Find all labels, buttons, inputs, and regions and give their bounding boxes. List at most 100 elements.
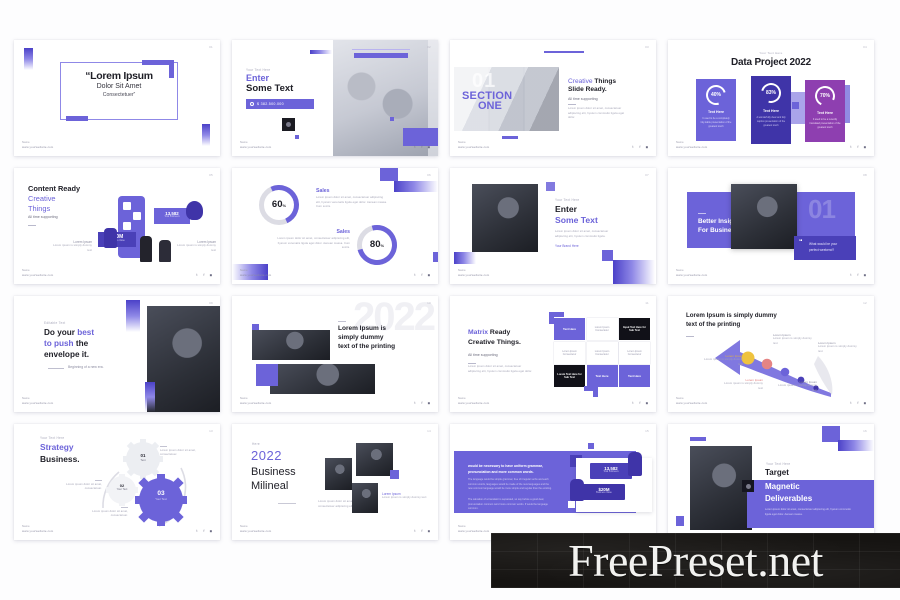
matrix-cell[interactable]: Lorem Ipsum Consectetur (619, 341, 650, 364)
facebook-icon[interactable]: f (420, 401, 424, 405)
instagram-icon[interactable]: ◼ (209, 273, 213, 277)
matrix-cell[interactable]: Lorem Ipsum Consectetur (586, 318, 618, 340)
matrix-cell[interactable]: Lorem Text Here for Sub Text (554, 365, 585, 387)
price-button[interactable]: $ 382.500.000 (246, 99, 314, 109)
facebook-icon[interactable]: f (856, 145, 860, 149)
facebook-icon[interactable]: f (420, 529, 424, 533)
decor-square-center (792, 102, 799, 109)
facebook-icon[interactable]: f (202, 529, 206, 533)
footer-url: www.yourwebsite.com (458, 400, 490, 405)
facebook-icon[interactable]: f (202, 273, 206, 277)
matrix-cell[interactable]: Text Here (554, 318, 585, 340)
instagram-icon[interactable]: ◼ (427, 145, 431, 149)
slide-thumbnail-enter-some-text[interactable]: Your Text Here Enter Some Text $ 382.500… (232, 40, 438, 156)
stat-count-label: Total Followers (603, 470, 619, 473)
social-icons[interactable]: t f ◼ (195, 273, 213, 277)
social-icons[interactable]: t f ◼ (195, 529, 213, 533)
slide-thumbnail-uniform-grammar[interactable]: would be necessary to have uniform gramm… (450, 424, 656, 540)
twitter-icon[interactable]: t (849, 401, 853, 405)
facebook-icon[interactable]: f (856, 401, 860, 405)
social-icons[interactable]: t f ◼ (849, 273, 867, 277)
facebook-icon[interactable]: f (638, 401, 642, 405)
slide-thumbnail-title[interactable]: “Lorem Ipsum Dolor Sit Amet Consectetuer… (14, 40, 220, 156)
slide-footer: Name www.yourwebsite.com (22, 141, 53, 149)
twitter-icon[interactable]: t (413, 145, 417, 149)
slide-thumbnail-better-insight[interactable]: 01 Better Insight For Business “ What wo… (668, 168, 874, 284)
matrix-cell[interactable]: Input Text Here for Sub Text (619, 318, 650, 340)
twitter-icon[interactable]: t (195, 273, 199, 277)
slide-thumbnail-matrix-ready[interactable]: Matrix Ready Creative Things. All time s… (450, 296, 656, 412)
instagram-icon[interactable]: ◼ (427, 273, 431, 277)
matrix-cell[interactable]: Lorem Ipsum Consectetur (554, 341, 585, 364)
page-number: 11 (645, 301, 649, 305)
footer-url: www.yourwebsite.com (676, 400, 708, 405)
slide-thumbnail-lorem-printing[interactable]: 2022 Lorem Ipsum is simply dummy text of… (232, 296, 438, 412)
instagram-icon[interactable]: ◼ (863, 145, 867, 149)
social-icons[interactable]: t f ◼ (631, 145, 649, 149)
stat-heading: Text Here (707, 110, 725, 114)
slide-title-line2: Creative Things. (468, 339, 521, 346)
instagram-icon[interactable]: ◼ (209, 529, 213, 533)
twitter-icon[interactable]: t (631, 145, 635, 149)
decor-gradient-top (838, 440, 874, 451)
watermark-banner: FreePreset.net (491, 533, 900, 588)
facebook-icon[interactable]: f (420, 273, 424, 277)
social-icons[interactable]: t f ◼ (413, 401, 431, 405)
donut-80-value: 80 (369, 239, 381, 250)
instagram-icon[interactable]: ◼ (863, 401, 867, 405)
slide-thumbnail-2022-business-milineal[interactable]: Here 2022 Business Milineal Lorem ipsum … (232, 424, 438, 540)
photo-portrait-3 (352, 483, 378, 513)
slide-thumbnail-arrow-diagram[interactable]: Lorem Ipsum is simply dummy text of the … (668, 296, 874, 412)
social-icons[interactable]: t f ◼ (631, 401, 649, 405)
stat-card[interactable]: 40% Text Here It used to be a completely… (696, 79, 736, 141)
divider (160, 446, 167, 447)
instagram-icon[interactable]: ◼ (427, 401, 431, 405)
social-icons[interactable]: t f ◼ (413, 145, 431, 149)
social-icons[interactable]: t f ◼ (849, 401, 867, 405)
twitter-icon[interactable]: t (195, 529, 199, 533)
facebook-icon[interactable]: f (856, 273, 860, 277)
matrix-cell[interactable]: Lorem Ipsum Consectetur (586, 341, 618, 364)
slide-thumbnail-sales-donuts[interactable]: 60% Sales Lorem ipsum dolor sit amet, co… (232, 168, 438, 284)
decor-square (390, 470, 399, 479)
decor-gradient-bar-2 (202, 124, 210, 146)
decor-square-top (546, 182, 555, 191)
brand-link[interactable]: Your Brand Here (555, 244, 579, 248)
instagram-icon[interactable]: ◼ (427, 529, 431, 533)
instagram-icon[interactable]: ◼ (645, 145, 649, 149)
social-icons[interactable]: t f ◼ (413, 273, 431, 277)
slide-title-line3: Things (28, 204, 51, 213)
facebook-icon[interactable]: f (420, 145, 424, 149)
social-icons[interactable]: t f ◼ (849, 145, 867, 149)
decor-square-overlay (256, 364, 278, 386)
slide-thumbnail-content-ready[interactable]: Content Ready Creative Things All time s… (14, 168, 220, 284)
slide-thumbnail-strategy-business[interactable]: Your Text Here Strategy Business. 01 Tex… (14, 424, 220, 540)
twitter-icon[interactable]: t (849, 145, 853, 149)
heading-line2: pronunciation and more common words. (468, 469, 534, 474)
slide-thumbnail-target-magnetic[interactable]: Your Text Here Target Magnetic Deliverab… (668, 424, 874, 540)
slide-footer: Name www.yourwebsite.com (676, 397, 707, 405)
slide-thumbnail-enter-some-text-photo[interactable]: Your Text Here Enter Some Text Lorem ips… (450, 168, 656, 284)
stat-card[interactable]: 70% Text Here It used to be a recently t… (805, 80, 845, 142)
matrix-cell[interactable]: Text Here (619, 365, 650, 387)
slide-thumbnail-section-one[interactable]: 01 SECTION ONE Creative Things Slide Rea… (450, 40, 656, 156)
twitter-icon[interactable]: t (413, 273, 417, 277)
decor-square-white (568, 501, 575, 508)
slide-subtitle: All time supporting (28, 215, 58, 219)
social-icons[interactable]: t f ◼ (413, 529, 431, 533)
footer-url: www.yourwebsite.com (676, 144, 708, 149)
instagram-icon[interactable]: ◼ (645, 401, 649, 405)
slide-caption: Beginning of a new era. (68, 365, 104, 369)
slide-thumbnail-do-your-best[interactable]: Editable Text Do your best to push the e… (14, 296, 220, 412)
instagram-icon[interactable]: ◼ (863, 273, 867, 277)
matrix-cell[interactable]: Text Here (586, 365, 618, 387)
facebook-icon[interactable]: f (638, 145, 642, 149)
play-badge-icon[interactable] (282, 118, 295, 131)
play-badge-icon[interactable] (742, 480, 754, 492)
twitter-icon[interactable]: t (631, 401, 635, 405)
twitter-icon[interactable]: t (413, 529, 417, 533)
stat-card[interactable]: 83% Text Here A wonderfully clear and ti… (751, 76, 791, 144)
twitter-icon[interactable]: t (849, 273, 853, 277)
slide-thumbnail-data-project[interactable]: Your Text Here Data Project 2022 40% Tex… (668, 40, 874, 156)
twitter-icon[interactable]: t (413, 401, 417, 405)
